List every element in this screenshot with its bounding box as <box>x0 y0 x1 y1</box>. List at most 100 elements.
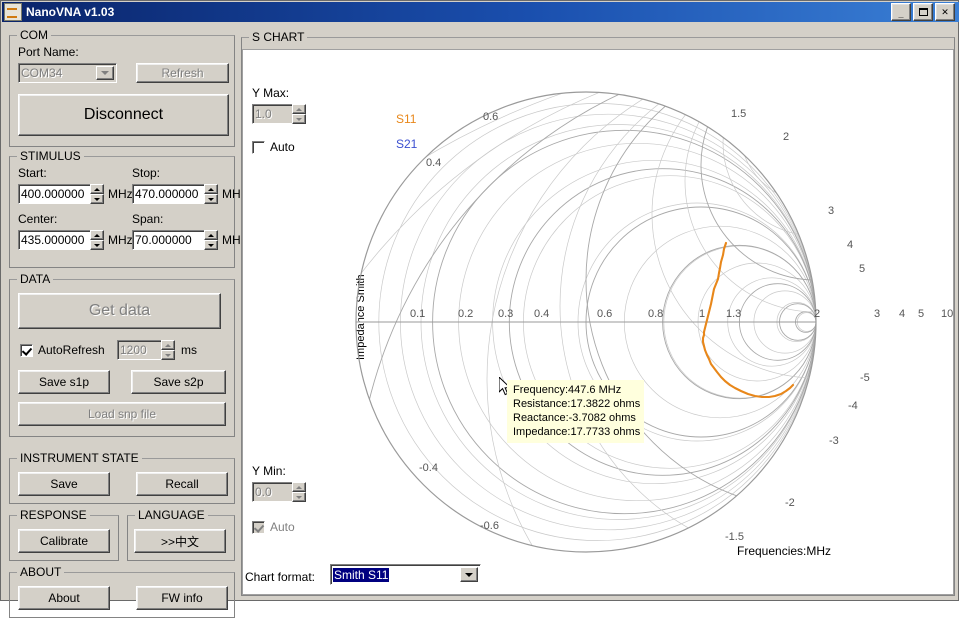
save-s1p-button[interactable]: Save s1p <box>18 370 110 394</box>
port-name-label: Port Name: <box>18 45 79 59</box>
interval-unit: ms <box>181 343 197 357</box>
start-spin-down[interactable] <box>90 194 104 204</box>
language-toggle-button[interactable]: >>中文 <box>134 529 226 553</box>
frequencies-note: Frequencies:MHz <box>737 544 831 558</box>
tick-x-up-5: 4 <box>847 239 853 251</box>
stop-stepper[interactable]: 470.000000 <box>132 184 218 204</box>
start-unit: MHz <box>108 187 133 201</box>
stimulus-group: STIMULUS Start: 400.000000 MHz Stop: 470… <box>9 156 235 268</box>
tick-r-12: 10 <box>941 308 953 320</box>
s-chart-group-label: S CHART <box>249 30 307 44</box>
tick-x-up-4: 3 <box>828 205 834 217</box>
com-group: COM Port Name: COM34 Refresh Disconnect <box>9 35 235 147</box>
tick-x-dn-4: -3 <box>829 435 839 447</box>
smith-chart-graphic <box>243 50 954 595</box>
tick-x-up-6: 5 <box>859 263 865 275</box>
tick-r-11: 5 <box>918 308 924 320</box>
instrument-state-group-label: INSTRUMENT STATE <box>17 451 142 465</box>
center-spin-down[interactable] <box>90 240 104 250</box>
s-chart-group: S CHART Y Max: 1.0 Auto Y Min: 0.0 <box>241 37 955 596</box>
tick-x-dn-5: -4 <box>848 400 858 412</box>
start-spin-buttons[interactable] <box>90 184 104 204</box>
chart-canvas[interactable]: Y Max: 1.0 Auto Y Min: 0.0 <box>242 49 954 595</box>
window-buttons: _ ✕ <box>891 3 957 21</box>
tick-r-6: 1 <box>699 308 705 320</box>
stop-spin-up[interactable] <box>204 184 218 194</box>
chart-format-value: Smith S11 <box>333 568 389 582</box>
interval-stepper[interactable]: 1200 <box>117 340 175 360</box>
get-data-button[interactable]: Get data <box>18 293 221 329</box>
start-spin-up[interactable] <box>90 184 104 194</box>
about-button[interactable]: About <box>18 586 110 610</box>
interval-spin-down[interactable] <box>161 350 175 360</box>
stop-spin-buttons[interactable] <box>204 184 218 204</box>
tick-r-8: 2 <box>814 308 820 320</box>
application-window: NanoVNA v1.03 _ ✕ COM Port Name: COM34 R… <box>0 0 959 601</box>
tick-x-dn-0: -0.4 <box>419 462 438 474</box>
interval-spin-buttons[interactable] <box>161 340 175 360</box>
start-stepper[interactable]: 400.000000 <box>18 184 104 204</box>
chart-format-combo[interactable]: Smith S11 <box>330 564 481 585</box>
chevron-down-icon[interactable] <box>96 66 114 80</box>
calibrate-button[interactable]: Calibrate <box>18 529 110 553</box>
chart-format-label: Chart format: <box>245 570 315 584</box>
data-group: DATA Get data AutoRefresh 1200 ms Save s… <box>9 279 235 437</box>
response-group-label: RESPONSE <box>17 508 90 522</box>
tooltip-frequency: Frequency:447.6 MHz <box>513 383 640 397</box>
span-stepper[interactable]: 70.000000 <box>132 230 218 250</box>
instrument-state-group: INSTRUMENT STATE Save Recall <box>9 458 235 504</box>
marker-tooltip: Frequency:447.6 MHz Resistance:17.3822 o… <box>507 380 644 443</box>
stimulus-group-label: STIMULUS <box>17 149 84 163</box>
tick-r-7: 1.3 <box>726 308 741 320</box>
language-group: LANGUAGE >>中文 <box>127 515 235 561</box>
stop-label: Stop: <box>132 166 160 180</box>
com-group-label: COM <box>17 28 51 42</box>
tick-x-up-1: 0.6 <box>483 111 498 123</box>
span-spin-up[interactable] <box>204 230 218 240</box>
about-group: ABOUT About FW info <box>9 572 235 618</box>
tooltip-reactance: Reactance:-3.7082 ohms <box>513 411 640 425</box>
center-stepper[interactable]: 435.000000 <box>18 230 104 250</box>
chevron-down-icon[interactable] <box>460 567 478 582</box>
autorefresh-checkbox[interactable]: AutoRefresh <box>20 343 105 357</box>
tooltip-impedance: Impedance:17.7733 ohms <box>513 425 640 439</box>
fw-info-button[interactable]: FW info <box>136 586 228 610</box>
refresh-button[interactable]: Refresh <box>136 63 229 83</box>
language-group-label: LANGUAGE <box>135 508 208 522</box>
span-spin-down[interactable] <box>204 240 218 250</box>
tick-r-3: 0.4 <box>534 308 549 320</box>
response-group: RESPONSE Calibrate <box>9 515 119 561</box>
tick-x-up-2: 1.5 <box>731 108 746 120</box>
start-label: Start: <box>18 166 47 180</box>
center-spin-buttons[interactable] <box>90 230 104 250</box>
minimize-button[interactable]: _ <box>891 3 911 21</box>
disconnect-button[interactable]: Disconnect <box>18 94 229 136</box>
close-button[interactable]: ✕ <box>935 3 955 21</box>
tick-x-dn-6: -5 <box>860 372 870 384</box>
autorefresh-label: AutoRefresh <box>38 343 105 357</box>
close-icon: ✕ <box>941 8 949 17</box>
minimize-icon: _ <box>898 10 903 19</box>
tooltip-resistance: Resistance:17.3822 ohms <box>513 397 640 411</box>
maximize-button[interactable] <box>913 3 933 21</box>
tick-r-10: 4 <box>899 308 905 320</box>
stop-spin-down[interactable] <box>204 194 218 204</box>
tick-r-0: 0.1 <box>410 308 425 320</box>
load-snp-button[interactable]: Load snp file <box>18 402 226 426</box>
center-spin-up[interactable] <box>90 230 104 240</box>
interval-spin-up[interactable] <box>161 340 175 350</box>
tick-r-1: 0.2 <box>458 308 473 320</box>
state-save-button[interactable]: Save <box>18 472 110 496</box>
tick-r-5: 0.8 <box>648 308 663 320</box>
tick-x-dn-2: -1.5 <box>725 531 744 543</box>
tick-x-up-0: 0.4 <box>426 157 441 169</box>
state-recall-button[interactable]: Recall <box>136 472 228 496</box>
tick-r-9: 3 <box>874 308 880 320</box>
port-name-combo[interactable]: COM34 <box>18 63 117 83</box>
tick-r-4: 0.6 <box>597 308 612 320</box>
save-s2p-button[interactable]: Save s2p <box>131 370 226 394</box>
app-icon <box>4 3 22 21</box>
span-spin-buttons[interactable] <box>204 230 218 250</box>
title-bar: NanoVNA v1.03 _ ✕ <box>2 2 959 22</box>
tick-x-dn-3: -2 <box>785 497 795 509</box>
